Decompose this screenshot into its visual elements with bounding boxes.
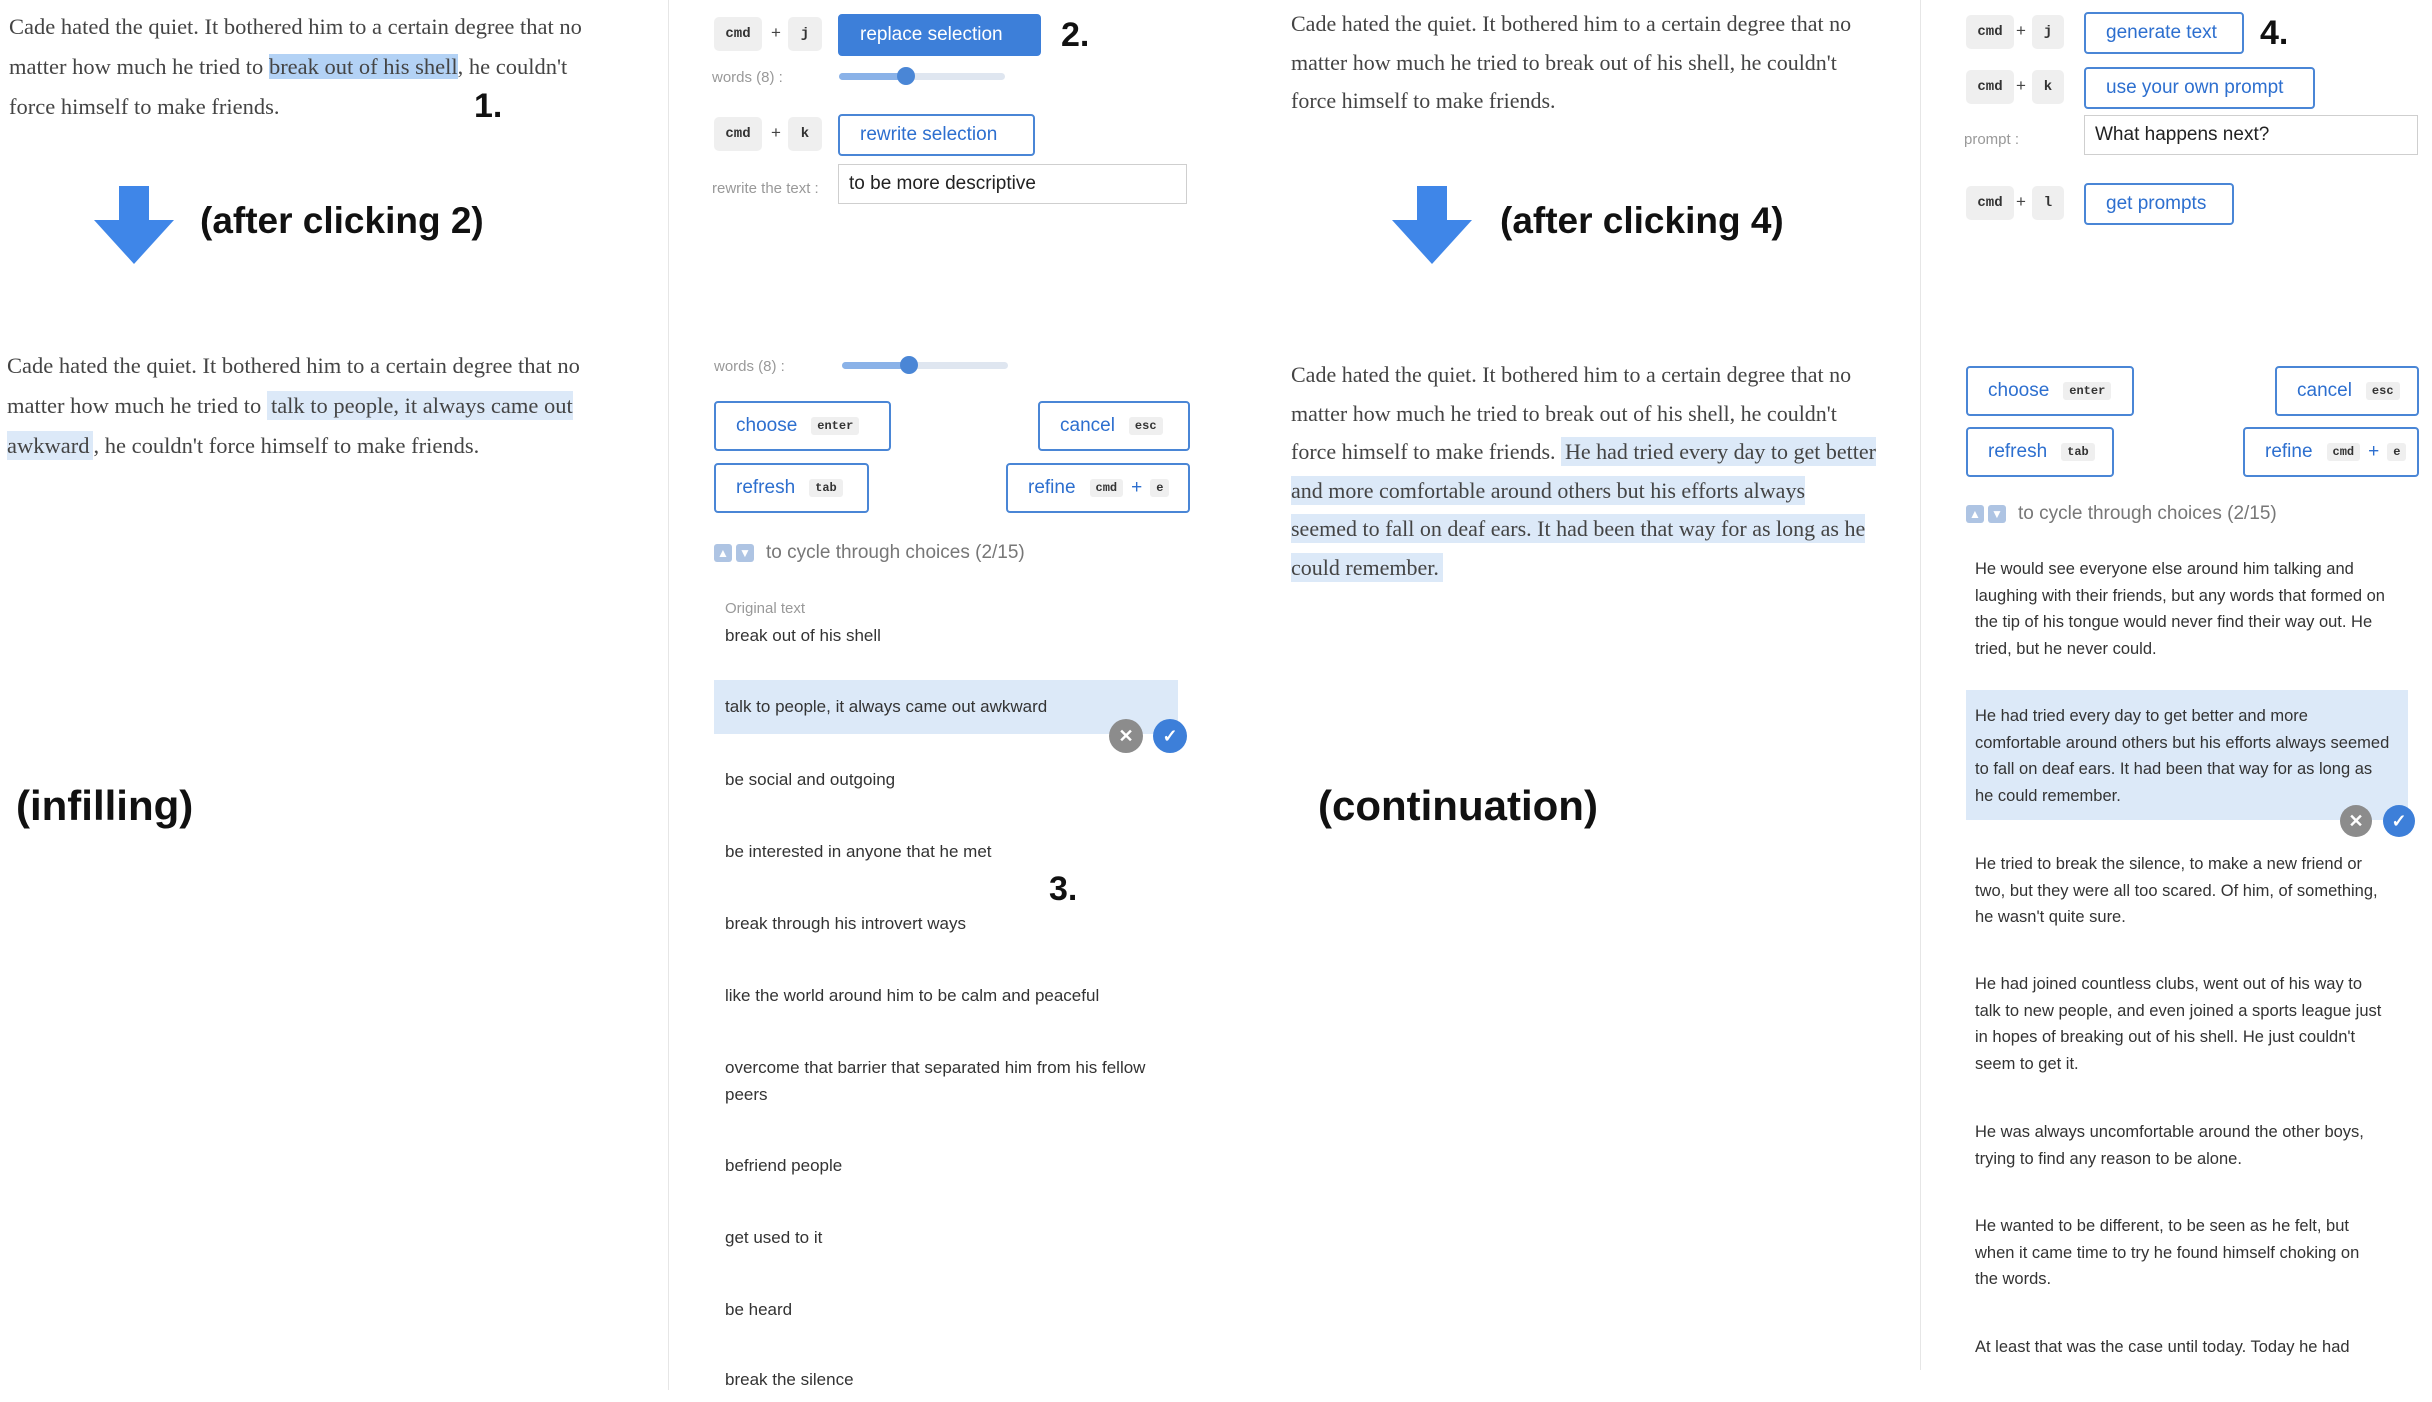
choice-item[interactable]: like the world around him to be calm and…	[725, 982, 1165, 1009]
choice-item[interactable]: At least that was the case until today. …	[1975, 1334, 2385, 1361]
step-2-label: 2.	[1061, 16, 1090, 54]
choice-item[interactable]: talk to people, it always came out awkwa…	[725, 693, 1047, 720]
choice-item[interactable]: He tried to break the silence, to make a…	[1975, 851, 2385, 931]
plus-sign: +	[2016, 76, 2026, 95]
cycle-hint: ▲ ▼ to cycle through choices (2/15)	[714, 542, 1025, 564]
choice-item[interactable]: He wanted to be different, to be seen as…	[1975, 1213, 2385, 1293]
words-label: words (8) :	[714, 358, 785, 375]
down-arrow-icon	[1392, 186, 1472, 264]
choice-item[interactable]: be interested in anyone that he met	[725, 838, 1165, 865]
words-slider-handle[interactable]	[897, 67, 915, 85]
accept-check-icon[interactable]: ✓	[1153, 719, 1187, 753]
selected-text[interactable]: break out of his shell	[268, 54, 458, 79]
refine-button[interactable]: refine cmd + e	[1006, 463, 1190, 513]
column-divider	[668, 0, 669, 1390]
words-slider-fill	[839, 73, 906, 80]
k-key: k	[788, 117, 822, 151]
j-key: j	[788, 17, 822, 51]
choice-item[interactable]: be heard	[725, 1296, 1165, 1323]
use-your-own-prompt-button[interactable]: use your own prompt	[2084, 67, 2315, 109]
j-key: j	[2032, 15, 2064, 49]
step-3-label: 3.	[1049, 870, 1078, 908]
replace-selection-button[interactable]: replace selection	[838, 14, 1041, 56]
choice-item[interactable]: break the silence	[725, 1366, 1165, 1393]
column-divider	[1920, 0, 1921, 1370]
story-text-before: Cade hated the quiet. It bothered him to…	[1291, 11, 1852, 113]
rewrite-selection-button[interactable]: rewrite selection	[838, 114, 1035, 156]
prompt-input[interactable]: What happens next?	[2084, 115, 2418, 155]
plus-sign: +	[2016, 192, 2026, 211]
choose-button[interactable]: choose enter	[1966, 366, 2134, 416]
get-prompts-button[interactable]: get prompts	[2084, 183, 2234, 225]
plus-sign: +	[771, 23, 781, 42]
generate-text-button[interactable]: generate text	[2084, 12, 2244, 54]
cancel-button[interactable]: cancel esc	[1038, 401, 1190, 451]
story-text-after: Cade hated the quiet. It bothered him to…	[7, 353, 580, 460]
cmd-key: cmd	[1966, 186, 2014, 220]
choose-button[interactable]: choose enter	[714, 401, 891, 451]
cycle-hint: ▲ ▼ to cycle through choices (2/15)	[1966, 503, 2277, 525]
words-label: words (8) :	[712, 69, 783, 86]
story-text-before: Cade hated the quiet. It bothered him to…	[9, 14, 582, 119]
choice-item[interactable]: He would see everyone else around him ta…	[1975, 556, 2385, 662]
cmd-key: cmd	[1966, 70, 2014, 104]
after-clicking-2-caption: (after clicking 2)	[200, 200, 484, 241]
k-key: k	[2032, 70, 2064, 104]
reject-icon[interactable]: ✕	[2340, 805, 2372, 837]
cancel-button[interactable]: cancel esc	[2275, 366, 2419, 416]
choice-item[interactable]: get used to it	[725, 1224, 1165, 1251]
reject-icon[interactable]: ✕	[1109, 719, 1143, 753]
step-4-label: 4.	[2260, 14, 2289, 52]
step-1-label: 1.	[474, 87, 503, 125]
up-arrow-icon[interactable]: ▲	[1966, 505, 1984, 523]
cmd-key: cmd	[714, 17, 762, 51]
story-text-after: Cade hated the quiet. It bothered him to…	[1291, 362, 1876, 582]
plus-sign: +	[771, 123, 781, 142]
choice-item[interactable]: He had joined countless clubs, went out …	[1975, 971, 2385, 1077]
down-arrow-icon[interactable]: ▼	[736, 544, 754, 562]
choice-item[interactable]: He was always uncomfortable around the o…	[1975, 1119, 2385, 1172]
choice-item[interactable]: overcome that barrier that separated him…	[725, 1054, 1165, 1108]
rewrite-text-label: rewrite the text :	[712, 180, 819, 197]
accept-check-icon[interactable]: ✓	[2383, 805, 2415, 837]
refine-button[interactable]: refine cmd + e	[2243, 427, 2419, 477]
continuation-label: (continuation)	[1318, 782, 1598, 829]
words-slider-handle[interactable]	[900, 356, 918, 374]
choice-item[interactable]: befriend people	[725, 1152, 1165, 1179]
l-key: l	[2032, 186, 2064, 220]
choice-item[interactable]: He had tried every day to get better and…	[1975, 703, 2395, 809]
original-text-value: break out of his shell	[725, 626, 881, 645]
up-arrow-icon[interactable]: ▲	[714, 544, 732, 562]
cmd-key: cmd	[1966, 15, 2014, 49]
cmd-key: cmd	[714, 117, 762, 151]
plus-sign: +	[2016, 21, 2026, 40]
words-slider-fill	[842, 362, 909, 369]
choice-item[interactable]: be social and outgoing	[725, 766, 1165, 793]
rewrite-instruction-input[interactable]: to be more descriptive	[838, 164, 1187, 204]
choice-item[interactable]: break through his introvert ways	[725, 910, 1165, 937]
infilling-label: (infilling)	[16, 782, 194, 829]
prompt-label: prompt :	[1964, 131, 2020, 148]
down-arrow-icon[interactable]: ▼	[1988, 505, 2006, 523]
original-text-label: Original text	[725, 600, 806, 617]
refresh-button[interactable]: refresh tab	[1966, 427, 2114, 477]
down-arrow-icon	[94, 186, 174, 264]
after-clicking-4-caption: (after clicking 4)	[1500, 200, 1784, 241]
refresh-button[interactable]: refresh tab	[714, 463, 869, 513]
